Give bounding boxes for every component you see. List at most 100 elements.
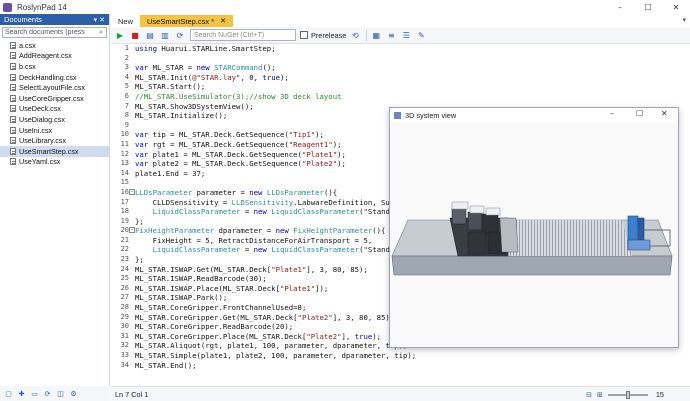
line-number: 27 — [120, 293, 129, 302]
close-button[interactable]: ✕ — [662, 0, 690, 14]
documents-panel: Documents ▾ ✕ Search documents (press ⌕ … — [0, 14, 110, 386]
file-icon — [10, 41, 16, 49]
line-number: 20 — [120, 226, 129, 235]
cursor-position: Ln 7 Col 1 — [115, 389, 149, 399]
system-view-minimize-button[interactable]: – — [610, 109, 614, 118]
collapse-icon[interactable]: ◫ — [56, 389, 65, 398]
uncomment-icon[interactable]: ☰ — [400, 29, 412, 41]
tab-close-icon[interactable]: ✕ — [220, 17, 226, 25]
file-item[interactable]: AddReagent.csx — [0, 51, 109, 62]
system-view-maximize-button[interactable]: ☐ — [636, 109, 643, 118]
settings-icon[interactable]: ⚙ — [69, 389, 78, 398]
gripper-arm — [627, 239, 651, 251]
toolbar-separator — [366, 29, 368, 41]
run-button[interactable]: ▶ — [114, 29, 126, 41]
file-item-label: DeckHandling.csx — [19, 72, 77, 82]
file-item[interactable]: SelectLayoutFile.csx — [0, 82, 109, 93]
line-number: 7 — [124, 101, 129, 110]
code-text: ML_STAR.ISWAP.ReadBarcode(30); — [135, 274, 267, 284]
tabs-overflow-icon[interactable]: ▾ — [682, 16, 686, 24]
documents-search[interactable]: Search documents (press ⌕ — [2, 27, 107, 38]
file-item[interactable]: b.csx — [0, 61, 109, 72]
code-text: ML_STAR.CoreGripper.ReadBarcode(20); — [135, 322, 294, 332]
code-line[interactable]: 6 //ML_STAR.UseSimulator(3);//show 3D dec… — [125, 92, 690, 102]
code-text: ML_STAR.ISWAP.Place(ML_STAR.Deck["Plate1… — [135, 283, 329, 293]
format-document-icon[interactable]: ▦ — [370, 29, 382, 41]
code-text: FixHeightParameter dparameter = new FixH… — [135, 226, 386, 236]
title-bar: RoslynPad 14 – ☐ ✕ — [0, 0, 690, 14]
fold-toggle-icon[interactable]: − — [129, 188, 135, 195]
code-line[interactable]: 5 ML_STAR.Start(); — [125, 82, 690, 92]
deck-front — [391, 255, 673, 276]
new-file-icon[interactable]: ▢ — [4, 389, 13, 398]
file-item[interactable]: UseCoreGripper.csx — [0, 93, 109, 104]
minimize-button[interactable]: – — [606, 0, 634, 14]
system-view-titlebar: 3D system view – ☐ ✕ — [390, 108, 678, 122]
file-item[interactable]: UseIni.csx — [0, 125, 109, 136]
file-item[interactable]: UseLibrary.csx — [0, 135, 109, 146]
line-number: 29 — [120, 312, 129, 321]
line-number: 26 — [120, 283, 129, 292]
tip-rack-3 — [481, 213, 499, 235]
code-text: using Huarui.STARLine.SmartStep; — [135, 44, 276, 53]
line-number: 2 — [124, 53, 129, 62]
code-line[interactable]: 33 ML_STAR.Simple(plate1, plate2, 100, pa… — [121, 351, 690, 361]
file-item[interactable]: UseDeck.csx — [0, 104, 109, 115]
zoom-in-icon[interactable]: ⊞ — [597, 391, 603, 399]
zoom-out-icon[interactable]: ⊟ — [586, 391, 592, 399]
reagent-carrier — [499, 217, 519, 253]
file-item[interactable]: DeckHandling.csx — [0, 72, 109, 83]
nuget-restore-icon[interactable]: ⟲ — [349, 29, 361, 41]
tab-usesmartstep[interactable]: UseSmartStep.csx * ✕ — [140, 15, 233, 27]
code-line[interactable]: 1 using Huarui.STARLine.SmartStep; — [125, 44, 690, 54]
line-number: 10 — [120, 130, 129, 139]
code-line[interactable]: 4 ML_STAR.Init(@"STAR.lay", 0, true); — [125, 73, 690, 83]
code-line[interactable]: 2 — [125, 54, 690, 64]
comment-icon[interactable]: ≡ — [385, 29, 397, 41]
line-number: 15 — [120, 178, 129, 187]
system-view-close-button[interactable]: ✕ — [661, 109, 668, 118]
search-icon[interactable]: ⌕ — [96, 28, 106, 37]
new-script-icon[interactable]: ✚ — [17, 389, 26, 398]
file-item-label: SelectLayoutFile.csx — [19, 83, 85, 93]
refresh-icon[interactable]: ⟳ — [43, 389, 52, 398]
restore-nuget-button[interactable]: ⟳ — [174, 29, 186, 41]
file-item[interactable]: UseDialog.csx — [0, 114, 109, 125]
nuget-search-input[interactable]: Search NuGet (Ctrl+T) — [190, 29, 296, 41]
code-line[interactable]: 3 var ML_STAR = new STARCommand(); — [125, 63, 690, 73]
code-text: var rgt = ML_STAR.Deck.GetSequence("Reag… — [135, 139, 342, 149]
panel-toolbar: ▢ ✚ ▭ ⟳ ◫ ⚙ — [0, 386, 110, 401]
pin-icon[interactable]: ▾ ✕ — [94, 16, 105, 24]
stop-button[interactable]: ■ — [129, 29, 141, 41]
tab-new[interactable]: New — [111, 15, 140, 27]
line-number: 9 — [124, 120, 129, 129]
fold-toggle-icon[interactable]: − — [129, 227, 135, 234]
file-icon — [10, 62, 16, 70]
prerelease-checkbox[interactable] — [300, 31, 308, 39]
plate-top-3 — [485, 207, 501, 216]
deck-3d-scene[interactable] — [390, 122, 678, 347]
rename-icon[interactable]: ✎ — [415, 29, 427, 41]
save-button[interactable]: ▤ — [144, 29, 156, 41]
file-item-label: UseIni.csx — [19, 125, 53, 135]
zoom-slider[interactable] — [607, 390, 648, 399]
file-icon — [10, 126, 16, 134]
file-item[interactable]: UseSmartStep.csx — [0, 145, 109, 157]
file-item[interactable]: UseYaml.csx — [0, 157, 109, 168]
code-line[interactable]: 34 ML_STAR.End(); — [121, 361, 690, 371]
line-number: 8 — [124, 111, 129, 120]
code-text: var tip = ML_STAR.Deck.GetSequence("Tip1… — [135, 130, 324, 140]
code-text: ML_STAR.Simple(plate1, plate2, 100, para… — [135, 351, 417, 360]
system-view-window: 3D system view – ☐ ✕ — [389, 107, 679, 348]
deck-rails — [507, 220, 632, 256]
tab-usesmartstep-label: UseSmartStep.csx * — [147, 16, 215, 26]
open-folder-icon[interactable]: ▭ — [30, 389, 39, 398]
maximize-button[interactable]: ☐ — [634, 0, 662, 14]
save-as-button[interactable]: ▥ — [159, 29, 171, 41]
editor-toolbar: ▶ ■ ▤ ▥ ⟳ Search NuGet (Ctrl+T) Prerelea… — [111, 27, 690, 44]
tab-new-label: New — [118, 16, 134, 26]
documents-search-input[interactable]: Search documents (press — [3, 29, 96, 36]
file-item-label: AddReagent.csx — [19, 51, 72, 61]
file-item[interactable]: a.csx — [0, 40, 109, 51]
zoom-slider-handle[interactable] — [625, 390, 630, 399]
